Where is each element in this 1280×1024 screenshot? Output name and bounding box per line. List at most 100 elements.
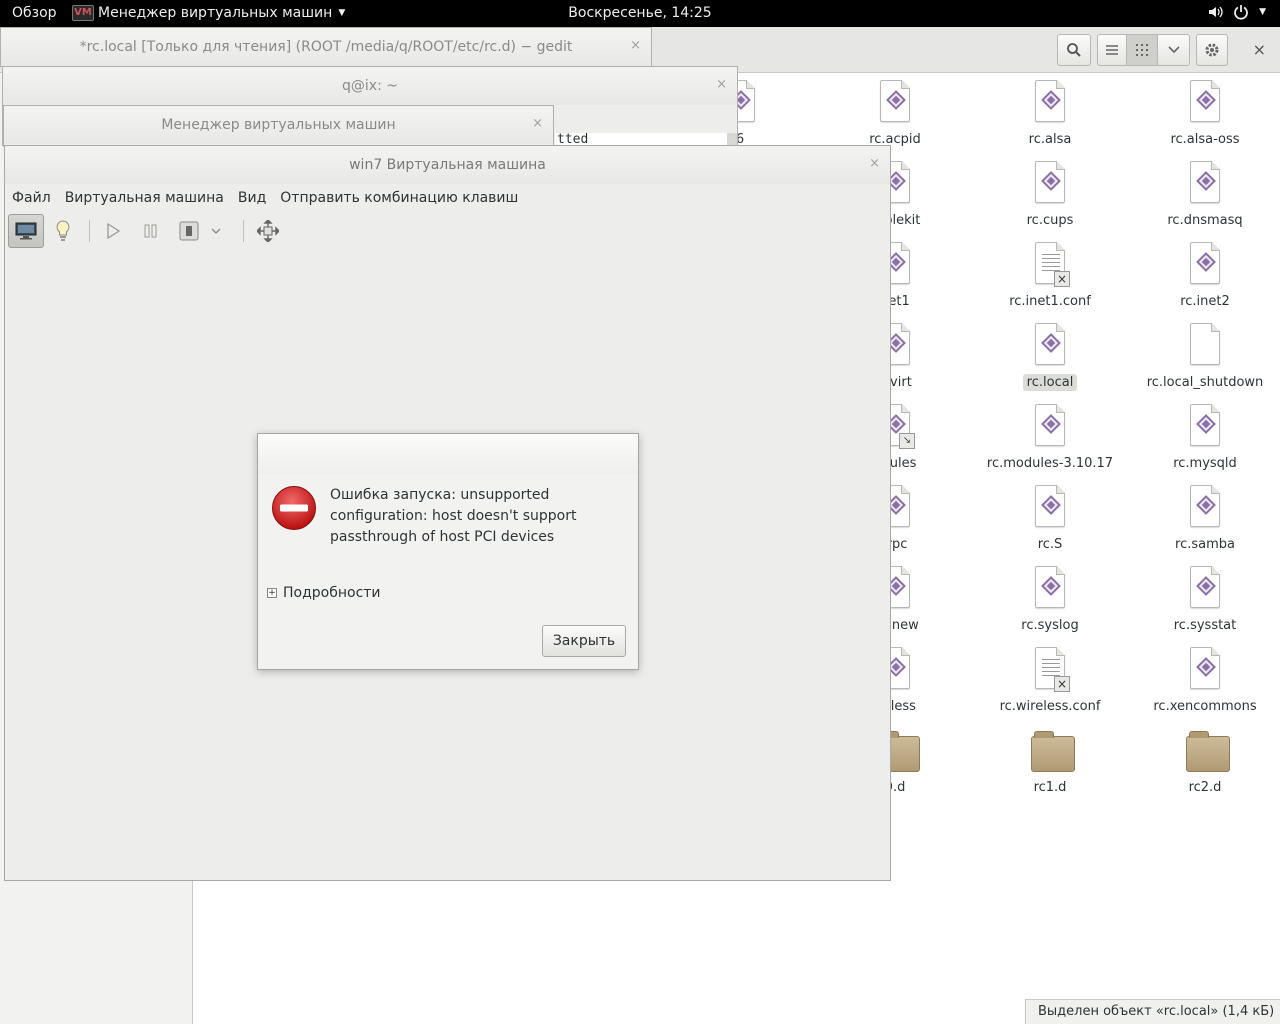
file-name: rc.modules-3.10.17 — [986, 456, 1114, 471]
script-file-icon — [1186, 242, 1224, 288]
toolbar-separator — [243, 220, 244, 242]
system-menu-arrow-icon[interactable]: ▼ — [1259, 7, 1266, 17]
close-icon[interactable]: × — [532, 116, 543, 132]
file-name: rc.local_shutdown — [1146, 375, 1264, 390]
file-item[interactable]: rc.sysstat — [1130, 566, 1280, 634]
close-icon[interactable]: × — [1253, 40, 1266, 59]
activities-button[interactable]: Обзор — [12, 5, 57, 21]
close-icon[interactable]: × — [869, 156, 880, 172]
vm-toolbar — [5, 212, 890, 252]
dialog-titlebar[interactable] — [258, 434, 638, 474]
file-item[interactable]: rc.local_shutdown — [1130, 323, 1280, 391]
clock[interactable]: Воскресенье, 14:25 — [568, 5, 711, 21]
file-name: rc.mysqld — [1173, 456, 1237, 471]
script-file-icon — [1031, 80, 1069, 126]
file-item[interactable]: rc.mysqld — [1130, 404, 1280, 472]
file-item[interactable]: × rc.inet1.conf — [975, 242, 1125, 310]
shutdown-icon — [179, 221, 199, 241]
folder-item[interactable]: rc1.d — [975, 728, 1125, 796]
volume-icon[interactable] — [1207, 4, 1223, 20]
file-item[interactable]: rc.inet2 — [1130, 242, 1280, 310]
shutdown-menu-button[interactable] — [205, 214, 227, 248]
fullscreen-move-icon — [257, 220, 279, 242]
gedit-window[interactable]: *rc.local [Только для чтения] (ROOT /med… — [0, 27, 652, 67]
close-button[interactable]: Закрыть — [542, 625, 626, 657]
file-item[interactable]: × rc.wireless.conf — [975, 647, 1125, 715]
details-label[interactable]: Подробности — [283, 585, 381, 601]
script-file-icon — [1031, 566, 1069, 612]
chevron-down-icon — [211, 228, 221, 234]
pause-button[interactable] — [133, 214, 169, 248]
file-item[interactable]: rc.alsa — [975, 80, 1125, 148]
search-button[interactable] — [1057, 34, 1091, 66]
folder-icon — [1186, 728, 1230, 774]
run-button[interactable] — [95, 214, 131, 248]
file-name: rc.wireless.conf — [999, 699, 1101, 714]
menu-bar: Файл Виртуальная машина Вид Отправить ко… — [5, 184, 518, 212]
fullscreen-button[interactable] — [250, 214, 286, 248]
file-item[interactable]: rc.xencommons — [1130, 647, 1280, 715]
status-bar: Выделен объект «rc.local» (1,4 кБ) — [1025, 999, 1280, 1024]
power-icon[interactable] — [1233, 4, 1249, 20]
file-item[interactable]: rc.samba — [1130, 485, 1280, 553]
menu-view[interactable]: Вид — [238, 190, 266, 206]
grid-view-button[interactable] — [1126, 34, 1158, 66]
system-tray[interactable]: ▼ — [1207, 4, 1266, 20]
menu-arrow-icon: ▼ — [338, 8, 346, 18]
error-dialog[interactable]: Ошибка запуска: unsupported configuratio… — [257, 433, 639, 670]
file-name: rc.local — [1022, 374, 1078, 391]
chevron-down-icon — [1167, 46, 1180, 54]
file-name: rc.alsa-oss — [1170, 132, 1240, 147]
file-item[interactable]: rc.dnsmasq — [1130, 161, 1280, 229]
file-name: rc.alsa — [1028, 132, 1072, 147]
window-title: win7 Виртуальная машина — [5, 146, 890, 184]
folder-icon — [1031, 728, 1075, 774]
close-icon[interactable]: × — [630, 38, 641, 54]
script-file-icon — [1031, 323, 1069, 369]
console-icon — [15, 222, 37, 240]
menu-file[interactable]: Файл — [12, 190, 51, 206]
file-item[interactable]: rc.alsa-oss — [1130, 80, 1280, 148]
file-item[interactable]: rc.syslog — [975, 566, 1125, 634]
text-file-icon: × — [1031, 647, 1070, 693]
top-bar: Обзор VM Менеджер виртуальных машин ▼ Во… — [0, 0, 1280, 27]
folder-item[interactable]: rc2.d — [1130, 728, 1280, 796]
grid-view-icon — [1136, 44, 1148, 56]
file-name: rc.syslog — [1021, 618, 1079, 633]
details-expander[interactable]: + Подробности — [267, 585, 381, 601]
blank-file-icon — [1186, 323, 1224, 369]
error-message: Ошибка запуска: unsupported configuratio… — [330, 487, 577, 545]
file-item[interactable]: rc.local — [975, 323, 1125, 391]
settings-button[interactable] — [1196, 34, 1228, 66]
shutdown-button[interactable] — [171, 214, 207, 248]
file-name: rc.sysstat — [1173, 618, 1237, 633]
file-item[interactable]: rc.cups — [975, 161, 1125, 229]
search-icon — [1067, 43, 1081, 57]
details-button[interactable] — [45, 214, 81, 248]
list-view-icon — [1106, 45, 1118, 55]
script-file-icon — [1186, 161, 1224, 207]
error-stop-icon — [272, 486, 316, 530]
view-options-button[interactable] — [1157, 34, 1190, 66]
list-view-button[interactable] — [1097, 34, 1127, 66]
virt-manager-logo-icon: VM — [72, 5, 94, 21]
close-icon[interactable]: × — [716, 77, 727, 93]
gear-icon — [1205, 43, 1219, 57]
file-item[interactable]: rc.S — [975, 485, 1125, 553]
console-button[interactable] — [8, 214, 44, 248]
window-title: q@ix: ~ — [3, 67, 737, 105]
virt-manager-window[interactable]: Менеджер виртуальных машин × — [3, 105, 554, 147]
file-item[interactable]: rc.modules-3.10.17 — [975, 404, 1125, 472]
run-icon — [107, 223, 120, 239]
file-name: rc1.d — [1033, 780, 1067, 795]
file-name: rc.dnsmasq — [1167, 213, 1243, 228]
expand-plus-icon[interactable]: + — [267, 588, 277, 598]
menu-virtual-machine[interactable]: Виртуальная машина — [65, 190, 224, 206]
file-item[interactable]: rc.acpid — [868, 80, 970, 148]
file-name: rc.inet1.conf — [1009, 294, 1091, 309]
app-menu[interactable]: VM Менеджер виртуальных машин ▼ — [72, 5, 345, 21]
script-file-icon — [1186, 485, 1224, 531]
file-name: rc.inet2 — [1180, 294, 1230, 309]
menu-send-key[interactable]: Отправить комбинацию клавиш — [280, 190, 518, 206]
window-title: *rc.local [Только для чтения] (ROOT /med… — [1, 28, 651, 66]
